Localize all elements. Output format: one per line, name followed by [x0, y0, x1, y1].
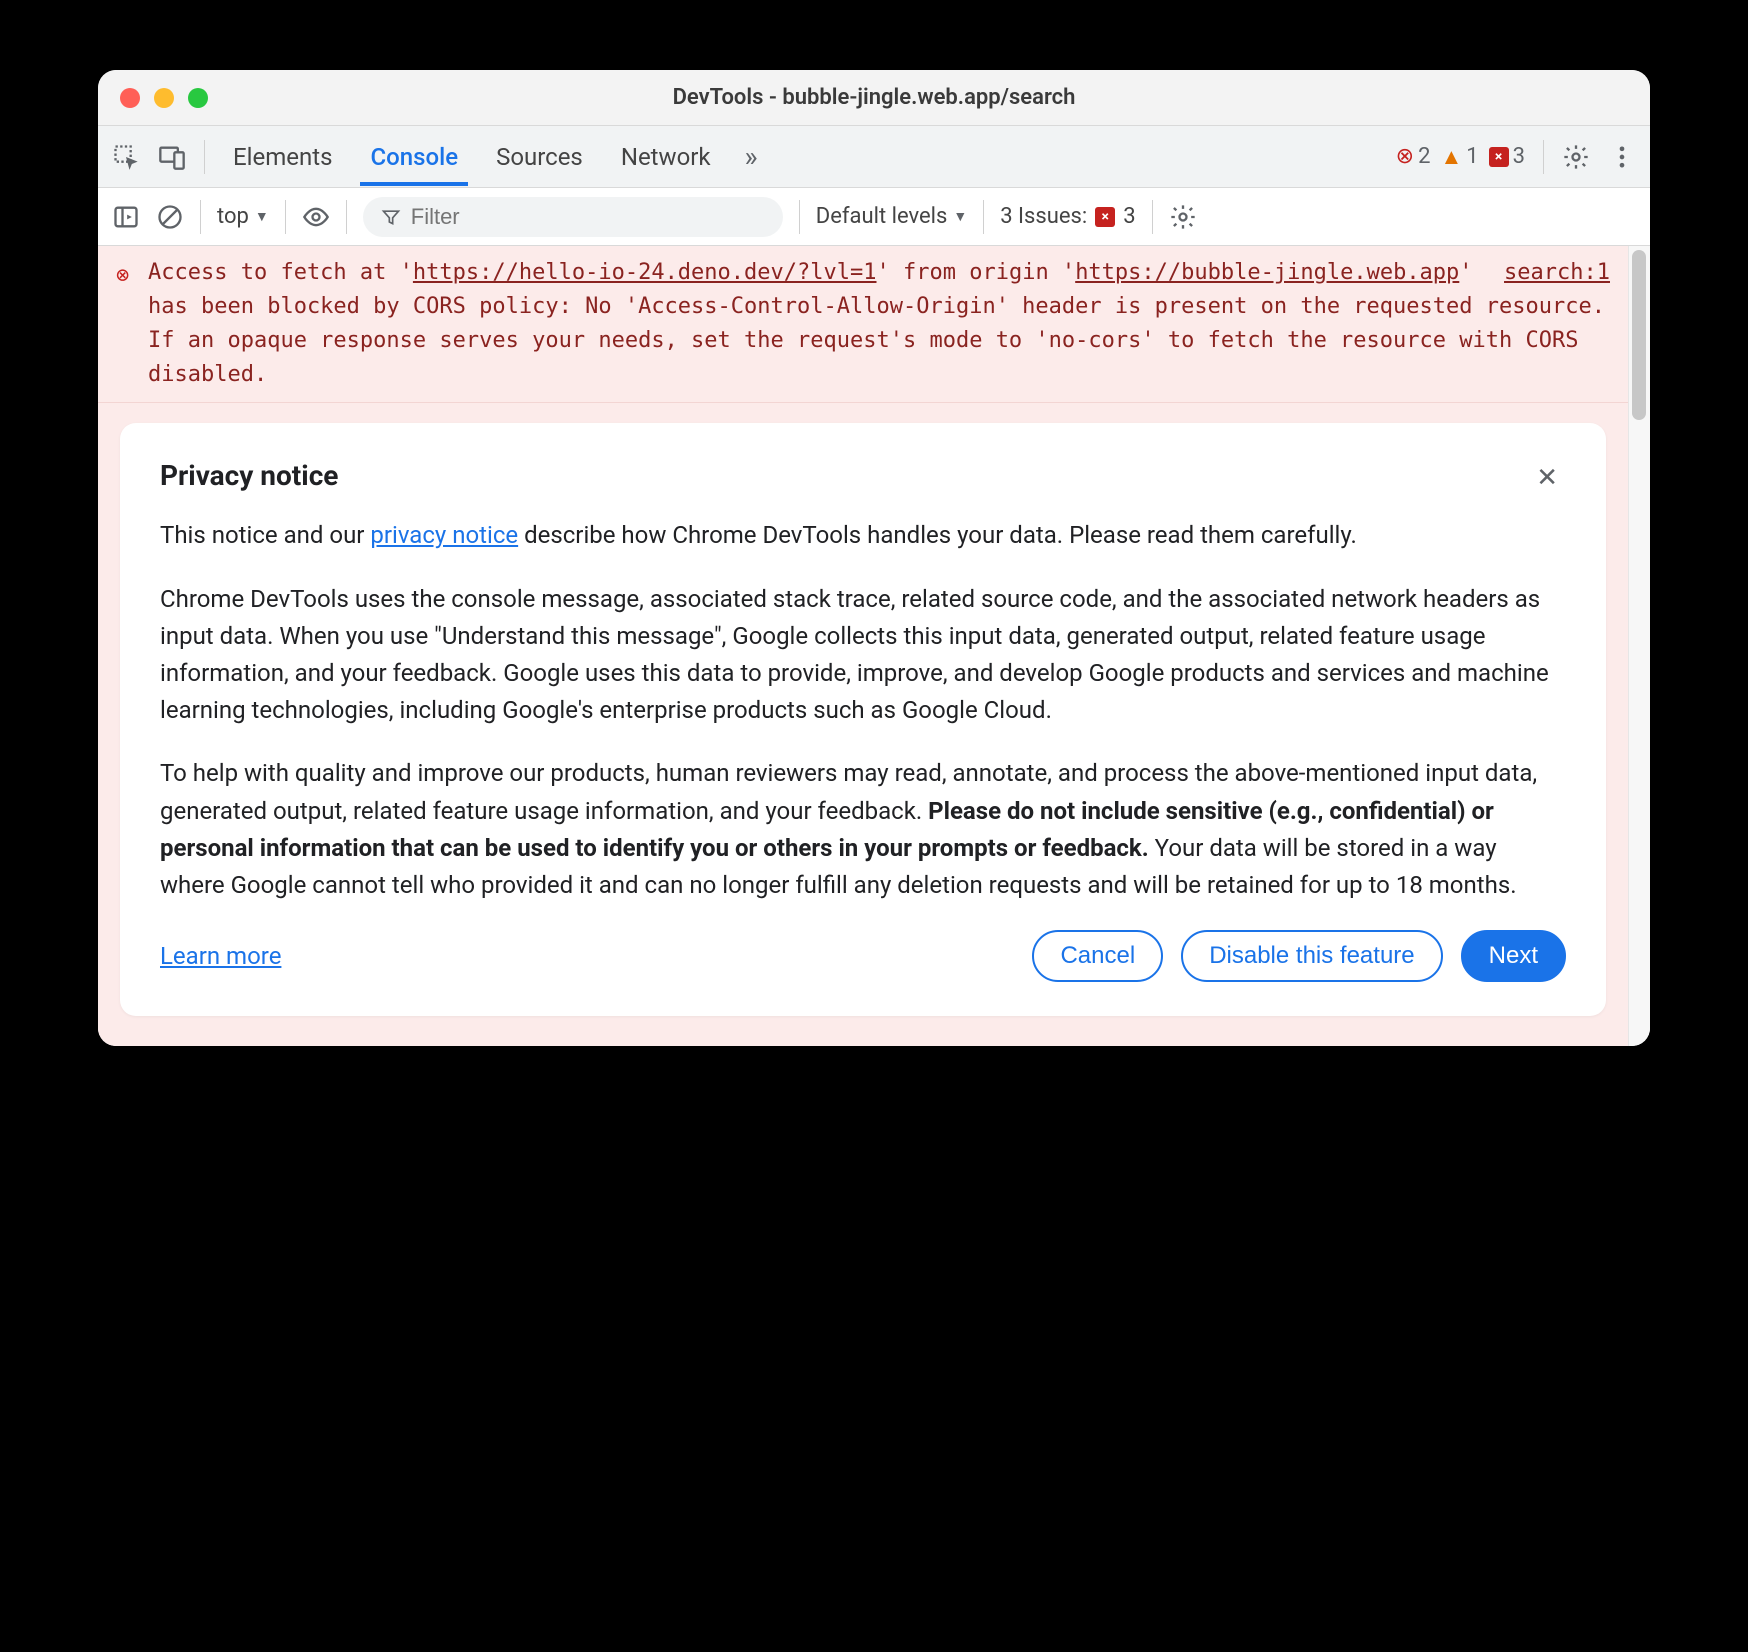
more-tabs-button[interactable]: »: [739, 140, 764, 173]
close-icon[interactable]: ✕: [1528, 459, 1566, 497]
chevron-down-icon: ▼: [255, 208, 269, 225]
scroll-thumb[interactable]: [1632, 250, 1646, 420]
privacy-notice-panel: Privacy notice ✕ This notice and our pri…: [120, 423, 1606, 1016]
tab-sources[interactable]: Sources: [486, 128, 593, 186]
privacy-footer: Learn more Cancel Disable this feature N…: [160, 930, 1566, 982]
status-counts[interactable]: ⊗ 2 ▲ 1 × 3: [1396, 144, 1525, 170]
error-url-1[interactable]: https://hello-io-24.deno.dev/?lvl=1: [413, 260, 877, 285]
device-toolbar-icon[interactable]: [158, 143, 186, 171]
warning-icon: ▲: [1440, 144, 1462, 170]
filter-input-wrap[interactable]: [363, 197, 783, 237]
source-link[interactable]: search:1: [1504, 256, 1610, 290]
main-toolbar: Elements Console Sources Network » ⊗ 2 ▲…: [98, 126, 1650, 188]
window-close-button[interactable]: [120, 88, 140, 108]
console-error-message[interactable]: ⊗ search:1Access to fetch at 'https://he…: [98, 246, 1628, 403]
error-icon: ⊗: [116, 259, 138, 392]
issues-icon: ×: [1095, 207, 1115, 227]
filter-input[interactable]: [411, 204, 765, 230]
privacy-title: Privacy notice: [160, 459, 338, 492]
context-selector[interactable]: top ▼: [217, 204, 269, 229]
message-count[interactable]: × 3: [1489, 144, 1525, 169]
more-menu-icon[interactable]: [1608, 143, 1636, 171]
clear-console-icon[interactable]: [156, 203, 184, 231]
cancel-button[interactable]: Cancel: [1032, 930, 1163, 982]
tab-elements[interactable]: Elements: [223, 128, 342, 186]
tab-network[interactable]: Network: [611, 128, 721, 186]
filter-icon: [381, 207, 401, 227]
privacy-panel-wrap: Privacy notice ✕ This notice and our pri…: [98, 403, 1628, 1046]
tab-console[interactable]: Console: [360, 128, 468, 186]
titlebar: DevTools - bubble-jingle.web.app/search: [98, 70, 1650, 126]
privacy-notice-link[interactable]: privacy notice: [370, 521, 518, 549]
live-expression-icon[interactable]: [302, 203, 330, 231]
window-minimize-button[interactable]: [154, 88, 174, 108]
error-count[interactable]: ⊗ 2: [1396, 144, 1431, 169]
next-button[interactable]: Next: [1461, 930, 1566, 982]
privacy-body: This notice and our privacy notice descr…: [160, 517, 1566, 904]
error-icon: ⊗: [1396, 144, 1414, 169]
toggle-sidebar-icon[interactable]: [112, 203, 140, 231]
settings-icon[interactable]: [1562, 143, 1590, 171]
error-url-2[interactable]: https://bubble-jingle.web.app: [1075, 260, 1459, 285]
console-toolbar: top ▼ Default levels ▼ 3 Issues: × 3: [98, 188, 1650, 246]
window-title: DevTools - bubble-jingle.web.app/search: [98, 85, 1650, 110]
chevron-down-icon: ▼: [953, 208, 967, 225]
log-levels-selector[interactable]: Default levels ▼: [816, 204, 967, 229]
message-icon: ×: [1489, 147, 1509, 167]
console-area: ⊗ search:1Access to fetch at 'https://he…: [98, 246, 1650, 1046]
devtools-window: DevTools - bubble-jingle.web.app/search …: [98, 70, 1650, 1046]
traffic-lights: [120, 88, 208, 108]
disable-feature-button[interactable]: Disable this feature: [1181, 930, 1442, 982]
warning-count[interactable]: ▲ 1: [1440, 144, 1478, 170]
scrollbar[interactable]: [1628, 246, 1650, 1046]
window-maximize-button[interactable]: [188, 88, 208, 108]
inspect-element-icon[interactable]: [112, 143, 140, 171]
error-text: search:1Access to fetch at 'https://hell…: [148, 256, 1610, 392]
issues-indicator[interactable]: 3 Issues: × 3: [1000, 204, 1135, 229]
console-settings-icon[interactable]: [1169, 203, 1197, 231]
learn-more-link[interactable]: Learn more: [160, 942, 281, 970]
